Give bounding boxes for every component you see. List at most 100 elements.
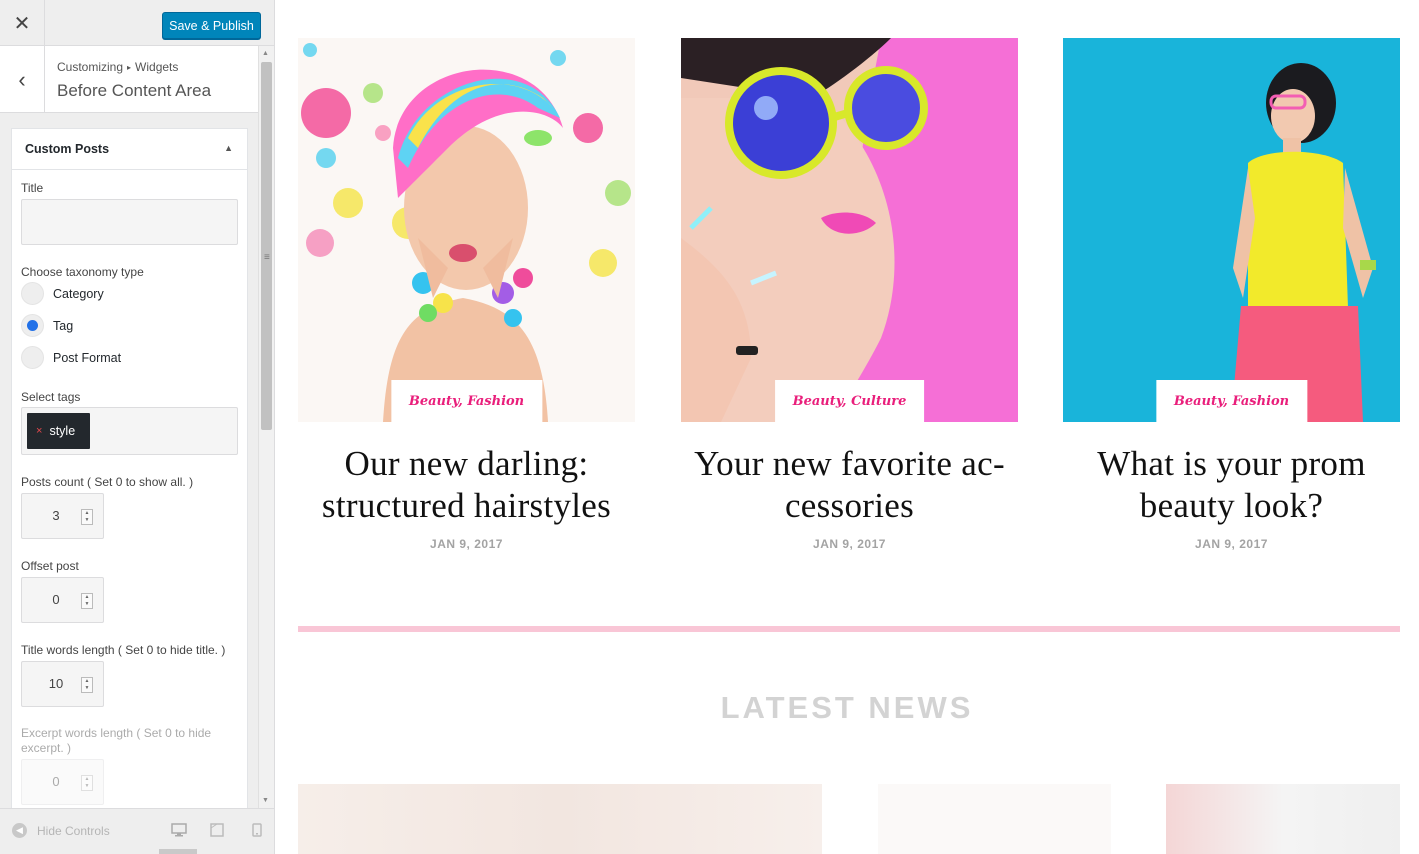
scroll-down-icon[interactable]: ▼ <box>262 797 269 804</box>
breadcrumb: Customizing ▸ Widgets <box>57 60 178 74</box>
close-icon: ✕ <box>13 12 31 35</box>
desktop-preview-icon[interactable] <box>171 823 187 837</box>
post-photo-yellow-top <box>1063 38 1400 422</box>
scrollbar-thumb[interactable]: ≡ <box>261 62 272 430</box>
post-title[interactable]: What is your prom beauty look? <box>1063 443 1400 527</box>
tablet-preview-icon[interactable] <box>209 823 225 837</box>
title-words-input[interactable]: 10 ▲ ▼ <box>21 661 104 707</box>
offset-input[interactable]: 0 ▲ ▼ <box>21 577 104 623</box>
increment-icon[interactable]: ▲ <box>82 594 92 601</box>
post-category-badge[interactable]: Beauty, Fashion <box>1155 380 1308 422</box>
title-label: Title <box>21 181 44 195</box>
offset-label: Offset post <box>21 559 79 573</box>
post-image[interactable]: Beauty, Fashion <box>298 38 635 422</box>
save-publish-button[interactable]: Save & Publish <box>162 12 261 39</box>
decrement-icon[interactable]: ▼ <box>82 783 92 790</box>
close-button[interactable]: ✕ <box>0 0 45 46</box>
number-spinner[interactable]: ▲ ▼ <box>81 677 93 693</box>
decrement-icon[interactable]: ▼ <box>82 685 92 692</box>
remove-tag-icon[interactable]: × <box>36 425 42 437</box>
section-title: Before Content Area <box>57 81 212 100</box>
title-input[interactable] <box>21 199 238 245</box>
section-divider <box>298 626 1400 632</box>
collapse-arrow-icon[interactable]: ▲ <box>224 143 233 153</box>
post-title-line: What is your prom <box>1097 444 1366 483</box>
radio-button-selected[interactable] <box>21 314 44 337</box>
scroll-up-icon[interactable]: ▲ <box>262 50 269 57</box>
radio-label: Tag <box>53 318 74 333</box>
section-header: ‹ Customizing ▸ Widgets Before Content Are… <box>0 46 258 113</box>
hide-controls-button[interactable]: ◀ Hide Controls <box>12 823 110 838</box>
increment-icon[interactable]: ▲ <box>82 678 92 685</box>
post-title[interactable]: Our new darling: structured hairstyles <box>298 443 635 527</box>
back-button[interactable]: ‹ <box>0 46 45 113</box>
post-image[interactable]: Beauty, Fashion <box>1063 38 1400 422</box>
news-image-1[interactable] <box>298 784 822 854</box>
number-spinner[interactable]: ▲ ▼ <box>81 509 93 525</box>
grip-icon: ≡ <box>264 252 270 263</box>
radio-button[interactable] <box>21 282 44 305</box>
breadcrumb-current: Widgets <box>135 60 179 74</box>
number-spinner[interactable]: ▲ ▼ <box>81 593 93 609</box>
increment-icon[interactable]: ▲ <box>82 776 92 783</box>
radio-tag[interactable]: Tag <box>21 314 73 337</box>
decrement-icon[interactable]: ▼ <box>82 601 92 608</box>
title-words-value: 10 <box>48 676 64 691</box>
title-words-label: Title words length ( Set 0 to hide title… <box>21 643 226 657</box>
news-image-3[interactable] <box>1166 784 1400 854</box>
post-title-line: cessories <box>784 486 915 525</box>
chevron-left-icon: ‹ <box>18 66 26 92</box>
post-photo-sunglasses <box>681 38 1018 422</box>
widget-title: Custom Posts <box>25 142 110 156</box>
mobile-preview-icon[interactable] <box>249 823 265 837</box>
latest-news-heading: LATEST NEWS <box>720 690 974 725</box>
post-title-line: structured hairstyles <box>321 486 612 525</box>
offset-value: 0 <box>52 592 60 607</box>
posts-count-input[interactable]: 3 ▲ ▼ <box>21 493 104 539</box>
sidebar-scrollbar[interactable]: ▲ ≡ ▼ <box>258 46 274 808</box>
radio-category[interactable]: Category <box>21 282 104 305</box>
radio-label: Category <box>53 286 104 301</box>
breadcrumb-root: Customizing <box>57 60 124 74</box>
excerpt-words-value: 0 <box>52 774 60 789</box>
post-date: JAN 9, 2017 <box>1195 537 1268 551</box>
excerpt-words-input[interactable]: 0 ▲ ▼ <box>21 759 104 805</box>
collapse-icon: ◀ <box>12 823 27 838</box>
number-spinner[interactable]: ▲ ▼ <box>81 775 93 791</box>
post-date: JAN 9, 2017 <box>813 537 886 551</box>
post-card[interactable]: Beauty, Fashion What is your prom beauty… <box>1063 38 1400 551</box>
decrement-icon[interactable]: ▼ <box>82 517 92 524</box>
site-preview: Beauty, Fashion Our new darling: structu… <box>275 0 1419 854</box>
footer-handle <box>159 849 197 854</box>
sidebar-header: ✕ Save & Publish <box>0 0 274 46</box>
custom-posts-widget: Custom Posts ▲ Title Choose taxonomy typ… <box>11 128 248 828</box>
widget-header[interactable]: Custom Posts ▲ <box>12 129 247 170</box>
post-category-badge[interactable]: Beauty, Culture <box>774 380 925 422</box>
post-card[interactable]: Beauty, Fashion Our new darling: structu… <box>298 38 635 551</box>
radio-dot-icon <box>27 320 38 331</box>
tag-label: style <box>49 424 76 438</box>
excerpt-words-label: Excerpt words length ( Set 0 to hide exc… <box>21 726 212 755</box>
radio-label: Post Format <box>53 350 122 365</box>
post-image[interactable]: Beauty, Culture <box>681 38 1018 422</box>
hide-controls-label: Hide Controls <box>37 823 110 838</box>
radio-post-format[interactable]: Post Format <box>21 346 121 369</box>
news-image-2[interactable] <box>878 784 1111 854</box>
customizer-app: ✕ Save & Publish ‹ Customizing ▸ Widgets B… <box>0 0 1419 854</box>
post-photo-colorful-hair <box>298 38 635 422</box>
increment-icon[interactable]: ▲ <box>82 510 92 517</box>
breadcrumb-separator-icon: ▸ <box>127 63 132 72</box>
customizer-sidebar: ✕ Save & Publish ‹ Customizing ▸ Widgets B… <box>0 0 275 854</box>
radio-button[interactable] <box>21 346 44 369</box>
post-title-line: Your new favorite ac- <box>694 444 1005 483</box>
post-title[interactable]: Your new favorite ac- cessories <box>681 443 1018 527</box>
post-title-line: beauty look? <box>1139 486 1324 525</box>
post-card[interactable]: Beauty, Culture Your new favorite ac- ce… <box>681 38 1018 551</box>
post-title-line: Our new darling: <box>344 444 589 483</box>
posts-count-value: 3 <box>52 508 60 523</box>
post-category-badge[interactable]: Beauty, Fashion <box>390 380 543 422</box>
tag-chip: × style <box>27 413 90 449</box>
post-date: JAN 9, 2017 <box>430 537 503 551</box>
posts-count-label: Posts count ( Set 0 to show all. ) <box>21 475 194 489</box>
tags-select[interactable]: × style <box>21 407 238 455</box>
